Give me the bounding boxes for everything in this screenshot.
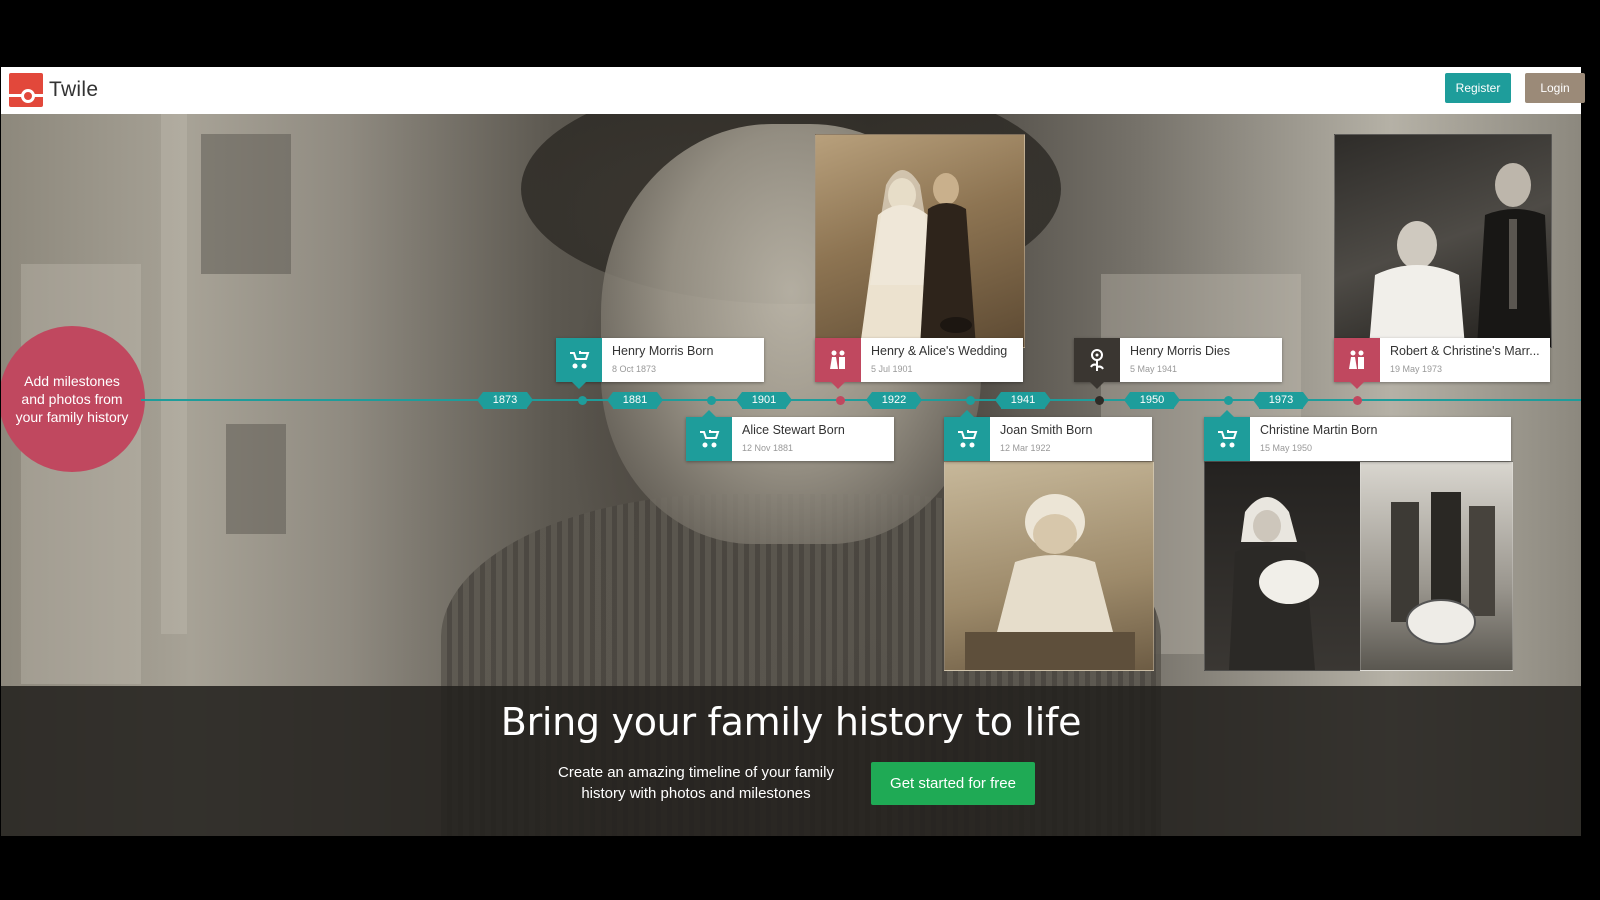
baby-photo-1922-image <box>965 494 1135 670</box>
pram-icon <box>686 417 732 461</box>
event-title: Henry Morris Born <box>612 344 714 358</box>
baby-photo-1950-b-image <box>1391 492 1495 645</box>
timeline-dot[interactable] <box>836 396 845 405</box>
flower-icon <box>1074 338 1120 382</box>
event-title: Joan Smith Born <box>1000 423 1093 437</box>
baby-photo-1950-a-image <box>1229 497 1319 670</box>
pram-icon <box>556 338 602 382</box>
twile-logo-icon <box>9 73 43 107</box>
hero-section: Add milestones and photos from your fami… <box>1 114 1581 836</box>
timeline-dot[interactable] <box>966 396 975 405</box>
pram-icon <box>944 417 990 461</box>
event-date: 19 May 1973 <box>1390 364 1443 374</box>
timeline-axis <box>141 399 1581 401</box>
timeline-dot[interactable] <box>1224 396 1233 405</box>
event-pointer <box>831 382 845 389</box>
register-button[interactable]: Register <box>1445 73 1511 103</box>
event-title: Alice Stewart Born <box>742 423 845 437</box>
top-navbar: Twile Register Login <box>1 67 1585 115</box>
login-button[interactable]: Login <box>1525 73 1585 103</box>
timeline-event-card[interactable]: Alice Stewart Born 12 Nov 1881 <box>686 410 894 461</box>
timeline-event-card[interactable]: Robert & Christine's Marr... 19 May 1973 <box>1334 338 1550 389</box>
brand-name: Twile <box>49 78 99 101</box>
event-title: Robert & Christine's Marr... <box>1390 344 1540 358</box>
timeline-event-card[interactable]: Christine Martin Born 15 May 1950 <box>1204 410 1511 461</box>
background-photo-detail <box>161 114 187 634</box>
timeline-event-card[interactable]: Henry Morris Born 8 Oct 1873 <box>556 338 764 389</box>
event-pointer <box>1090 382 1104 389</box>
intro-text: Add milestones and photos from your fami… <box>15 373 129 425</box>
timeline-dot[interactable] <box>578 396 587 405</box>
event-date: 12 Nov 1881 <box>742 443 794 453</box>
timeline-dot[interactable] <box>1095 396 1104 405</box>
baby-photo-1950-a[interactable] <box>1204 461 1361 671</box>
baby-photo-1922[interactable] <box>944 461 1154 671</box>
event-pointer <box>1350 382 1364 389</box>
intro-bubble: Add milestones and photos from your fami… <box>1 326 145 472</box>
event-pointer <box>702 410 716 417</box>
year-marker[interactable]: 1922 <box>866 392 922 409</box>
get-started-button[interactable]: Get started for free <box>871 762 1035 805</box>
year-marker[interactable]: 1941 <box>995 392 1051 409</box>
couple-icon <box>815 338 861 382</box>
pram-icon <box>1204 417 1250 461</box>
hero-subtext: Create an amazing timeline of your famil… <box>558 764 834 802</box>
background-photo-detail <box>226 424 286 534</box>
timeline-dot[interactable] <box>707 396 716 405</box>
year-marker[interactable]: 1901 <box>736 392 792 409</box>
year-marker[interactable]: 1950 <box>1124 392 1180 409</box>
timeline-dot[interactable] <box>1353 396 1362 405</box>
year-marker[interactable]: 1873 <box>477 392 533 409</box>
timeline-event-card[interactable]: Henry & Alice's Wedding 5 Jul 1901 <box>815 338 1023 389</box>
background-photo-detail <box>201 134 291 274</box>
event-date: 5 May 1941 <box>1130 364 1178 374</box>
twile-logo[interactable]: Twile <box>9 72 98 108</box>
hero-banner: Bring your family history to life Create… <box>1 686 1581 836</box>
wedding-photo-1901-image <box>860 170 976 347</box>
event-date: 15 May 1950 <box>1260 443 1313 453</box>
year-marker[interactable]: 1973 <box>1253 392 1309 409</box>
event-date: 12 Mar 1922 <box>1000 443 1051 453</box>
event-pointer <box>1220 410 1234 417</box>
event-title: Henry & Alice's Wedding <box>871 344 1008 358</box>
event-date: 5 Jul 1901 <box>871 364 913 374</box>
wedding-photo-1973-image <box>1369 163 1551 347</box>
event-title: Christine Martin Born <box>1260 423 1378 437</box>
event-title: Henry Morris Dies <box>1130 344 1231 358</box>
timeline-event-card[interactable]: Henry Morris Dies 5 May 1941 <box>1074 338 1282 389</box>
baby-photo-1950-b[interactable] <box>1360 461 1513 671</box>
wedding-photo-1901[interactable] <box>815 134 1025 348</box>
wedding-photo-1973[interactable] <box>1334 134 1552 348</box>
event-pointer <box>960 410 974 417</box>
timeline-event-card[interactable]: Joan Smith Born 12 Mar 1922 <box>944 410 1152 461</box>
hero-headline: Bring your family history to life <box>500 700 1082 744</box>
event-pointer <box>572 382 586 389</box>
year-marker[interactable]: 1881 <box>607 392 663 409</box>
event-date: 8 Oct 1873 <box>612 364 657 374</box>
couple-icon <box>1334 338 1380 382</box>
